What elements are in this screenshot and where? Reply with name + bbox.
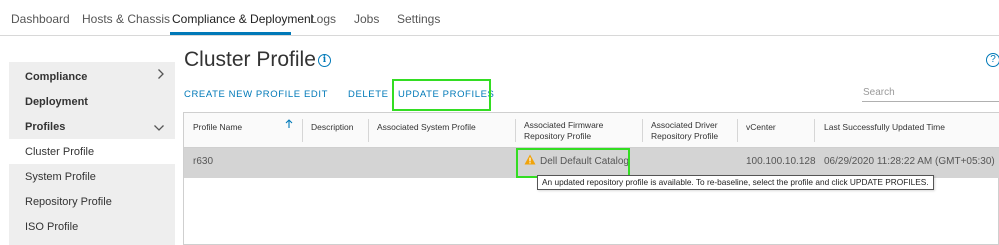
create-new-profile-button[interactable]: CREATE NEW PROFILE bbox=[184, 89, 301, 100]
sidebar: Compliance Deployment Profiles Cluster P… bbox=[9, 62, 175, 245]
info-icon[interactable]: i bbox=[318, 54, 331, 67]
table-header: Profile Name Description Associated Syst… bbox=[184, 113, 999, 148]
sidebar-item-repository-profile[interactable]: Repository Profile bbox=[25, 196, 112, 208]
column-header-last-updated[interactable]: Last Successfully Updated Time bbox=[824, 122, 945, 133]
update-profiles-highlight bbox=[392, 79, 491, 111]
column-header-profile-name[interactable]: Profile Name bbox=[193, 122, 242, 133]
column-header-driver-repository[interactable]: Associated Driver Repository Profile bbox=[651, 120, 718, 142]
column-header-system-profile[interactable]: Associated System Profile bbox=[377, 122, 476, 133]
sidebar-item-iso-profile[interactable]: ISO Profile bbox=[25, 221, 78, 233]
cell-last-updated: 06/29/2020 11:28:22 AM (GMT+05:30) bbox=[824, 156, 995, 167]
active-tab-indicator bbox=[170, 32, 291, 35]
sidebar-item-deployment[interactable]: Deployment bbox=[25, 96, 88, 108]
sidebar-item-cluster-profile[interactable]: Cluster Profile bbox=[25, 146, 94, 158]
top-nav-tabs: Dashboard Hosts & Chassis Compliance & D… bbox=[0, 0, 999, 36]
page-title: Cluster Profile bbox=[184, 48, 316, 71]
sidebar-item-system-profile[interactable]: System Profile bbox=[25, 171, 96, 183]
help-icon[interactable]: ? bbox=[986, 53, 999, 67]
column-header-vcenter[interactable]: vCenter bbox=[746, 122, 776, 133]
edit-button[interactable]: EDIT bbox=[304, 89, 328, 100]
firmware-catalog-highlight bbox=[516, 148, 630, 178]
tab-settings[interactable]: Settings bbox=[397, 12, 440, 26]
sidebar-item-compliance[interactable]: Compliance bbox=[25, 71, 87, 83]
delete-button[interactable]: DELETE bbox=[348, 89, 389, 100]
tab-compliance-deployment[interactable]: Compliance & Deployment bbox=[172, 12, 314, 26]
tab-logs[interactable]: Logs bbox=[310, 12, 336, 26]
search-input[interactable] bbox=[862, 84, 999, 102]
cell-profile-name: r630 bbox=[193, 156, 214, 167]
sort-ascending-icon[interactable] bbox=[285, 119, 293, 132]
tab-jobs[interactable]: Jobs bbox=[354, 12, 379, 26]
tab-dashboard[interactable]: Dashboard bbox=[11, 12, 70, 26]
column-header-firmware-repository[interactable]: Associated Firmware Repository Profile bbox=[524, 120, 603, 142]
column-header-description[interactable]: Description bbox=[311, 122, 354, 133]
cell-vcenter: 100.100.10.128 bbox=[746, 156, 816, 167]
chevron-right-icon[interactable] bbox=[157, 68, 165, 83]
sidebar-item-profiles[interactable]: Profiles bbox=[25, 121, 65, 133]
tab-hosts-chassis[interactable]: Hosts & Chassis bbox=[82, 12, 170, 26]
chevron-down-icon[interactable] bbox=[153, 121, 165, 135]
update-available-tooltip: An updated repository profile is availab… bbox=[537, 175, 934, 190]
